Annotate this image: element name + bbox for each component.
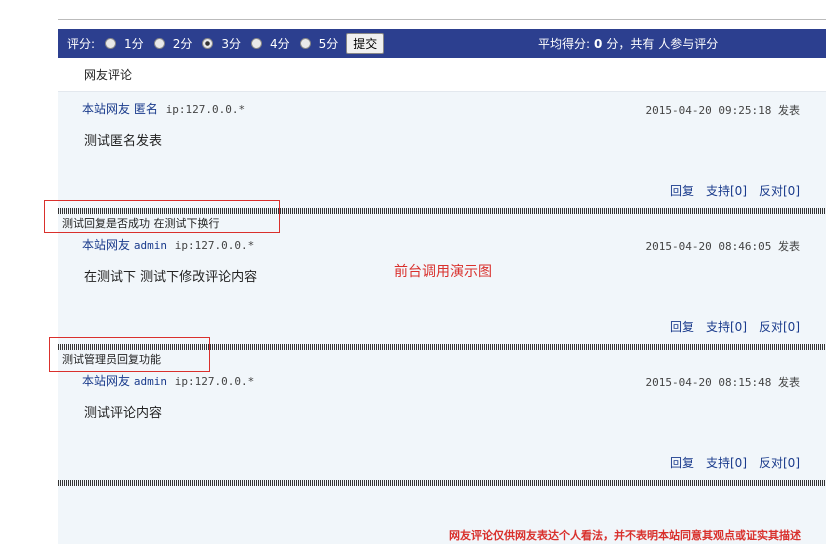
average-value: 0 (594, 36, 603, 51)
oppose-link[interactable]: 反对[0] (759, 454, 800, 471)
rating-option-2[interactable]: 2分 (153, 35, 192, 52)
comment-ip: ip:127.0.0.* (174, 239, 255, 252)
comment-user[interactable]: admin (134, 375, 167, 388)
comment-content: 测试匿名发表 (84, 134, 163, 149)
radio-button[interactable] (250, 38, 262, 49)
comment-ip: ip:127.0.0.* (174, 375, 255, 388)
rating-option-3[interactable]: 3分 (202, 35, 241, 52)
rating-controls: 评分: 1分 2分 3分 4分 5分 提交 (67, 29, 385, 58)
comment-content: 在测试下 测试下修改评论内容 (84, 270, 258, 285)
comments-header: 网友评论 (58, 58, 826, 92)
demo-label: 前台调用演示图 (394, 264, 492, 280)
reply-link[interactable]: 回复 (670, 318, 694, 335)
comments-panel: 网友评论 本站网友 匿名 ip:127.0.0.* 2015-04-20 09:… (58, 58, 826, 544)
average-suffix: 分，共有 人参与评分 (606, 37, 719, 51)
annotation-box (49, 337, 210, 372)
comment-actions: 回复 支持[0] 反对[0] (670, 454, 800, 471)
comment-meta: 本站网友 匿名 ip:127.0.0.* (82, 100, 245, 117)
radio-button[interactable] (299, 38, 311, 49)
comment-content: 测试评论内容 (84, 406, 163, 421)
comment-actions: 回复 支持[0] 反对[0] (670, 318, 800, 335)
comment-site: 本站网友 (82, 374, 131, 388)
comment-time: 2015-04-20 09:25:18 发表 (645, 104, 800, 117)
support-link[interactable]: 支持[0] (706, 454, 747, 471)
radio-button[interactable] (153, 38, 165, 49)
comment-time: 2015-04-20 08:15:48 发表 (645, 376, 800, 389)
comment-time: 2015-04-20 08:46:05 发表 (645, 240, 800, 253)
rating-option-4[interactable]: 4分 (250, 35, 290, 52)
dotted-separator (58, 480, 826, 486)
comment-user[interactable]: 匿名 (134, 102, 158, 116)
oppose-link[interactable]: 反对[0] (759, 318, 800, 335)
rating-bar: 评分: 1分 2分 3分 4分 5分 提交 平均得分: 0 分，共有 人参与评分 (58, 29, 826, 58)
comment-actions: 回复 支持[0] 反对[0] (670, 182, 800, 199)
rating-label: 评分: (67, 37, 96, 51)
radio-button-checked[interactable] (202, 38, 214, 49)
support-link[interactable]: 支持[0] (706, 318, 747, 335)
rating-option-1[interactable]: 1分 (105, 35, 144, 52)
average-label: 平均得分: (538, 37, 591, 51)
comment-user[interactable]: admin (134, 239, 167, 252)
comment-site: 本站网友 (82, 238, 131, 252)
oppose-link[interactable]: 反对[0] (759, 182, 800, 199)
comment-meta: 本站网友 admin ip:127.0.0.* (82, 236, 254, 253)
comment-meta: 本站网友 admin ip:127.0.0.* (82, 372, 254, 389)
reply-link[interactable]: 回复 (670, 182, 694, 199)
comment-ip: ip:127.0.0.* (165, 103, 246, 116)
disclaimer: 网友评论仅供网友表达个人看法，并不表明本站同意其观点或证实其描述 (449, 529, 801, 542)
radio-button[interactable] (105, 38, 117, 49)
annotation-box (44, 200, 280, 233)
section-title: 网友评论 (84, 68, 133, 82)
support-link[interactable]: 支持[0] (706, 182, 747, 199)
submit-rating-button[interactable]: 提交 (346, 33, 385, 54)
average-score: 平均得分: 0 分，共有 人参与评分 (538, 29, 718, 58)
rating-option-5[interactable]: 5分 (299, 35, 338, 52)
comment-site: 本站网友 (82, 102, 131, 116)
top-divider (58, 19, 826, 20)
reply-link[interactable]: 回复 (670, 454, 694, 471)
